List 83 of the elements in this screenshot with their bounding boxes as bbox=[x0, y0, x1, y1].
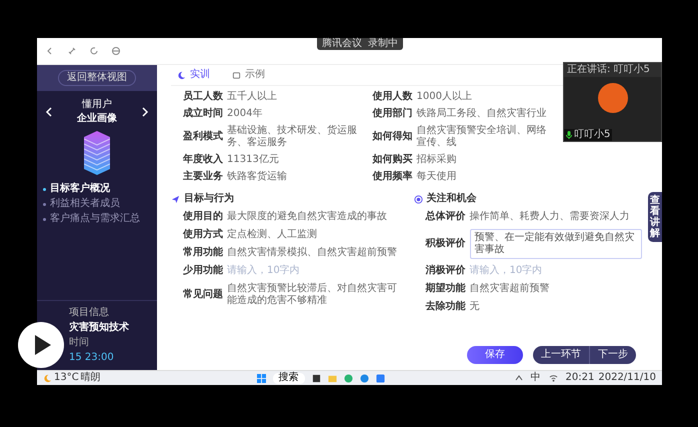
sidebar-nav-item[interactable]: 客户痛点与需求汇总 bbox=[43, 213, 151, 225]
field-label: 使用目的 bbox=[183, 211, 224, 223]
project-info-heading: 项目信息 bbox=[69, 307, 110, 319]
start-icon[interactable] bbox=[256, 374, 266, 382]
field-value: 基础设施、技术研发、货运服务、客运服务 bbox=[227, 125, 358, 149]
field-value: 五千人以上 bbox=[227, 91, 278, 103]
time-label: 时间 bbox=[69, 337, 90, 349]
field-label: 期望功能 bbox=[426, 283, 466, 295]
refresh-icon[interactable] bbox=[89, 46, 99, 56]
field-label: 盈利模式 bbox=[183, 131, 224, 143]
field-label: 如何购买 bbox=[372, 154, 414, 166]
avatar bbox=[598, 83, 628, 113]
project-name: 灾害预知技术 bbox=[69, 322, 130, 334]
field-label: 总体评价 bbox=[426, 211, 466, 223]
project-time: 15 23:00 bbox=[69, 352, 115, 364]
next-step-button[interactable]: 下一步 bbox=[589, 346, 636, 364]
app-icon[interactable] bbox=[376, 374, 385, 382]
chevron-up-icon[interactable] bbox=[514, 374, 523, 382]
field-value: 自然灾害预警比较滞后、对自然灾害可能造成的危害不够精准 bbox=[227, 283, 398, 307]
section-title: 目标与行为 bbox=[184, 193, 234, 205]
field-label: 成立时间 bbox=[183, 108, 224, 120]
sidebar-subtitle: 懂用户 bbox=[82, 99, 112, 111]
field-label: 常用功能 bbox=[183, 247, 224, 259]
moon-icon bbox=[177, 70, 186, 80]
speaker-status: 正在讲话: 叮叮小5 bbox=[564, 63, 661, 77]
field-label: 使用方式 bbox=[183, 229, 224, 241]
weather-text: 晴朗 bbox=[80, 373, 101, 383]
app-icon[interactable] bbox=[344, 374, 353, 382]
view-explanation-tab[interactable]: 查看讲解 bbox=[648, 192, 662, 242]
field-label: 员工人数 bbox=[183, 91, 224, 103]
field-value: 最大限度的避免自然灾害造成的事故 bbox=[227, 211, 388, 223]
save-button[interactable]: 保存 bbox=[467, 346, 523, 364]
field-value: 定点检测、人工监测 bbox=[227, 229, 318, 241]
input-field[interactable]: 预警、在一定能有效做到避免自然灾害事故 bbox=[470, 229, 642, 259]
clock-date: 2022/11/10 bbox=[598, 373, 656, 383]
field-value: 每天使用 bbox=[416, 171, 458, 183]
previous-step-button[interactable]: 上一环节 bbox=[533, 346, 589, 364]
wifi-icon[interactable] bbox=[548, 374, 558, 382]
sidebar-title: 企业画像 bbox=[77, 113, 117, 125]
moon-icon bbox=[43, 374, 52, 382]
temperature: 13°C bbox=[54, 373, 79, 383]
taskbar-search[interactable]: 搜索 bbox=[272, 372, 305, 384]
field-label: 主要业务 bbox=[183, 171, 224, 183]
field-label: 消极评价 bbox=[426, 265, 466, 277]
building-drawing bbox=[84, 131, 110, 175]
browser-icon[interactable] bbox=[360, 374, 369, 382]
field-label: 年度收入 bbox=[183, 154, 224, 166]
target-icon bbox=[414, 194, 422, 204]
field-label: 少用功能 bbox=[183, 265, 224, 277]
field-value: 1000人以上 bbox=[416, 91, 473, 103]
tab[interactable]: 实训 bbox=[177, 69, 210, 81]
field-label: 积极评价 bbox=[426, 238, 466, 250]
clock-time: 20:21 bbox=[566, 373, 594, 383]
field-label: 使用频率 bbox=[372, 171, 414, 183]
field-value: 自然灾害超前预警 bbox=[470, 283, 550, 295]
play-icon[interactable] bbox=[18, 322, 64, 368]
chevron-left-icon[interactable] bbox=[45, 107, 53, 117]
field-label: 去除功能 bbox=[426, 301, 466, 313]
window-icon[interactable] bbox=[312, 374, 321, 382]
field-value: 自然灾害情景模拟、自然灾害超前预警 bbox=[227, 247, 398, 259]
field-value: 无 bbox=[470, 301, 480, 313]
field-value: 2004年 bbox=[227, 108, 264, 120]
participant-name: 叮叮小5 bbox=[574, 129, 610, 141]
field-value: 11313亿元 bbox=[227, 154, 280, 166]
field-value: 自然灾害预警安全培训、网络宣传、线 bbox=[416, 125, 548, 149]
field-value: 操作简单、耗费人力、需要资深人力 bbox=[470, 211, 630, 223]
field-value: 铁路局工务段、自然灾害行业 bbox=[416, 108, 548, 120]
sidebar-nav-item[interactable]: 利益相关者成员 bbox=[43, 198, 151, 210]
tab[interactable]: 示例 bbox=[232, 69, 265, 81]
chevron-right-icon[interactable] bbox=[141, 107, 149, 117]
field-label: 使用部门 bbox=[372, 108, 414, 120]
field-label: 如何得知 bbox=[372, 131, 414, 143]
meeting-status-bar: 腾讯会议 录制中 bbox=[317, 38, 403, 50]
back-to-overview-button[interactable]: 返回整体视图 bbox=[58, 70, 136, 86]
field-label: 使用人数 bbox=[372, 91, 414, 103]
sidebar-nav-item[interactable]: 目标客户概况 bbox=[43, 183, 151, 195]
field-label: 常见问题 bbox=[183, 289, 224, 301]
field-value: 招标采购 bbox=[416, 154, 458, 166]
microphone-icon bbox=[566, 131, 572, 139]
field-value: 铁路客货运输 bbox=[227, 171, 288, 183]
paper-plane-icon bbox=[171, 194, 180, 204]
section-title: 关注和机会 bbox=[426, 193, 476, 205]
input-method[interactable]: 中 bbox=[530, 373, 541, 383]
